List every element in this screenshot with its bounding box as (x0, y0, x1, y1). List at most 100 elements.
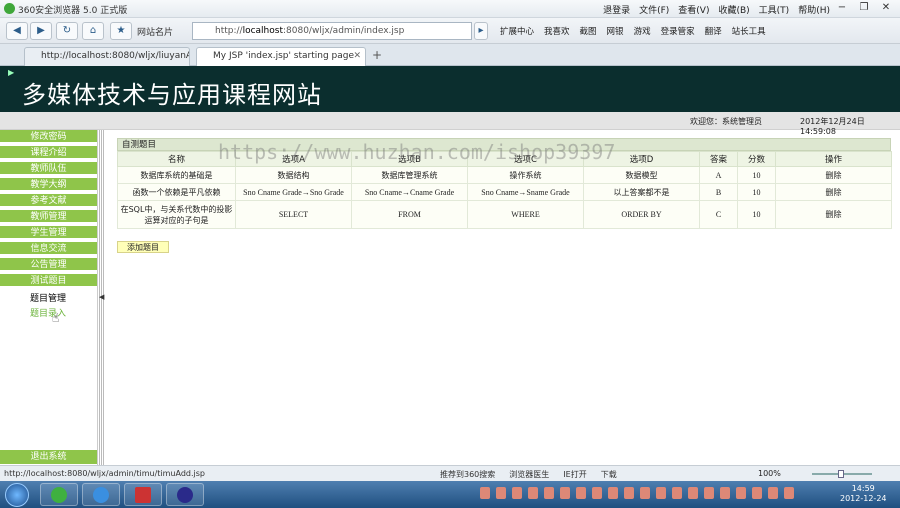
window-controls: − ❐ ✕ (832, 1, 896, 15)
zoom-level[interactable]: 100% (758, 469, 781, 478)
ext-like[interactable]: 我喜欢 (544, 25, 570, 37)
tray-icon[interactable] (656, 487, 666, 499)
tray-icon[interactable] (592, 487, 602, 499)
tray-icon[interactable] (736, 487, 746, 499)
go-button[interactable]: ▸ (474, 22, 488, 40)
close-tab-icon[interactable]: ✕ (353, 48, 361, 65)
tray-icon[interactable] (512, 487, 522, 499)
new-tab-button[interactable]: + (372, 48, 382, 62)
tray-icon[interactable] (640, 487, 650, 499)
table-row: 数据库系统的基础是 数据结构 数据库管理系统 操作系统 数据模型 A 10 删除 (117, 166, 892, 184)
tray-icon[interactable] (624, 487, 634, 499)
menu-favorites[interactable]: 收藏(B) (718, 3, 749, 16)
tray-icon[interactable] (688, 487, 698, 499)
tray-icon[interactable] (704, 487, 714, 499)
watermark: https://www.huzhan.com/ishop39397 (218, 140, 616, 164)
cell-answer: B (699, 183, 738, 201)
cell-option-b: FROM (351, 200, 468, 229)
zoom-slider-knob[interactable] (838, 470, 844, 478)
forward-button[interactable]: ▶ (30, 22, 52, 40)
minimize-icon[interactable]: − (832, 1, 852, 15)
tray-icon[interactable] (528, 487, 538, 499)
address-toolbar: ◀ ▶ ↻ ⌂ ★ 网站名片 http://localhost:8080/wlj… (0, 18, 900, 44)
cell-score: 10 (737, 166, 776, 184)
open-in-ie[interactable]: IE打开 (563, 469, 586, 480)
tab-label: My JSP 'index.jsp' starting page (213, 51, 355, 61)
sidebar-item-references[interactable]: 参考文献 (0, 194, 97, 208)
sidebar-item-student-mgmt[interactable]: 学生管理 (0, 226, 97, 240)
sidebar-item-syllabus[interactable]: 教学大纲 (0, 178, 97, 192)
collapse-arrow-icon[interactable]: ◀ (99, 293, 104, 301)
sidebar-item-course-intro[interactable]: 课程介绍 (0, 146, 97, 160)
downloads[interactable]: 下载 (601, 469, 617, 480)
browser-title-bar: 360安全浏览器 5.0 正式版 退登录 文件(F) 查看(V) 收藏(B) 工… (0, 0, 900, 18)
back-button[interactable]: ◀ (6, 22, 28, 40)
sidebar-item-announcements[interactable]: 公告管理 (0, 258, 97, 272)
taskbar-app-360-browser[interactable] (40, 483, 78, 506)
tray-icon[interactable] (784, 487, 794, 499)
recommend-360-search[interactable]: 推荐到360搜索 (440, 469, 495, 480)
logout-button[interactable]: 退出系统 (0, 450, 97, 464)
site-title: 多媒体技术与应用课程网站 (22, 81, 322, 109)
ext-bank[interactable]: 网银 (607, 25, 624, 37)
cell-option-b: 数据库管理系统 (351, 166, 468, 184)
delete-link[interactable]: 删除 (775, 166, 892, 184)
taskbar-app-red[interactable] (124, 483, 162, 506)
col-action: 操作 (775, 151, 892, 167)
sidebar-subitem-question-mgmt[interactable]: 题目管理 (0, 291, 97, 304)
status-url: http://localhost:8080/wljx/admin/timu/ti… (4, 469, 205, 478)
menu-login[interactable]: 退登录 (603, 3, 630, 16)
cell-score: 10 (737, 200, 776, 229)
ext-translate[interactable]: 翻译 (705, 25, 722, 37)
tray-icon[interactable] (560, 487, 570, 499)
menu-view[interactable]: 查看(V) (678, 3, 709, 16)
ext-screenshot[interactable]: 截图 (580, 25, 597, 37)
ext-webmaster[interactable]: 站长工具 (732, 25, 766, 37)
delete-link[interactable]: 删除 (775, 183, 892, 201)
taskbar-clock[interactable]: 14:59 2012-12-24 (840, 484, 887, 504)
tray-icon[interactable] (496, 487, 506, 499)
menu-tools[interactable]: 工具(T) (759, 3, 790, 16)
frame-splitter[interactable]: ◀ (97, 130, 105, 465)
taskbar-app-ie[interactable] (82, 483, 120, 506)
start-button[interactable] (5, 483, 29, 507)
tray-icon[interactable] (608, 487, 618, 499)
menu-file[interactable]: 文件(F) (639, 3, 669, 16)
extension-toolbar: 扩展中心 我喜欢 截图 网银 游戏 登录管家 翻译 站长工具 (500, 25, 766, 37)
table-row: 在SQL中，与关系代数中的投影运算对应的子句是 SELECT FROM WHER… (117, 200, 892, 229)
tray-icon[interactable] (672, 487, 682, 499)
browser-doctor[interactable]: 浏览器医生 (509, 469, 549, 480)
status-tools: 推荐到360搜索 浏览器医生 IE打开 下载 (440, 469, 617, 480)
ext-login-manager[interactable]: 登录管家 (661, 25, 695, 37)
favorite-star-icon[interactable]: ★ (110, 22, 132, 40)
sidebar-item-teacher-mgmt[interactable]: 教师管理 (0, 210, 97, 224)
taskbar-app-eclipse[interactable] (166, 483, 204, 506)
tray-icon[interactable] (576, 487, 586, 499)
system-tray (480, 487, 794, 499)
sidebar-item-tests[interactable]: 测试题目 (0, 274, 97, 288)
tray-icon[interactable] (720, 487, 730, 499)
site-card-label[interactable]: 网站名片 (137, 25, 173, 38)
cell-option-b: Sno Cname→Cname Grade (351, 183, 468, 201)
tray-icon[interactable] (752, 487, 762, 499)
tray-icon[interactable] (768, 487, 778, 499)
tab-index[interactable]: My JSP 'index.jsp' starting page ✕ (196, 47, 366, 66)
sidebar-subitem-question-entry[interactable]: 题目录入 (0, 306, 97, 319)
delete-link[interactable]: 删除 (775, 200, 892, 229)
tray-icon[interactable] (480, 487, 490, 499)
banner-arrow-icon: ▶ (8, 68, 15, 77)
refresh-icon[interactable]: ↻ (56, 22, 78, 40)
url-input[interactable]: http://localhost:8080/wljx/admin/index.j… (192, 22, 472, 40)
close-icon[interactable]: ✕ (876, 1, 896, 15)
sidebar-item-teachers[interactable]: 教师队伍 (0, 162, 97, 176)
menu-help[interactable]: 帮助(H) (798, 3, 830, 16)
ext-game[interactable]: 游戏 (634, 25, 651, 37)
tray-icon[interactable] (544, 487, 554, 499)
ext-center[interactable]: 扩展中心 (500, 25, 534, 37)
tab-liuyan[interactable]: http://localhost:8080/wljx/liuyanAll... (24, 47, 190, 66)
sidebar-item-messages[interactable]: 信息交流 (0, 242, 97, 256)
add-question-button[interactable]: 添加题目 (117, 241, 169, 253)
sidebar-item-change-password[interactable]: 修改密码 (0, 130, 97, 144)
home-icon[interactable]: ⌂ (82, 22, 104, 40)
maximize-icon[interactable]: ❐ (854, 1, 874, 15)
